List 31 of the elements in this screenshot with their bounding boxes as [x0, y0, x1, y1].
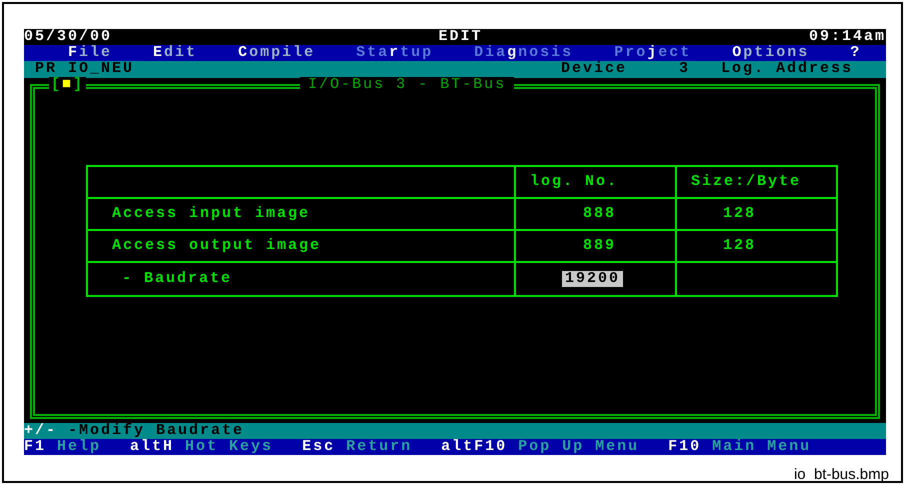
- hint-text: -Modify Baudrate: [68, 423, 244, 439]
- menu-item[interactable]: Compile: [238, 45, 316, 61]
- column-header: log. No.: [516, 167, 677, 197]
- function-key[interactable]: Esc Return: [302, 439, 412, 455]
- value-field[interactable]: 19200: [562, 271, 624, 287]
- menu-item[interactable]: ?: [850, 45, 862, 61]
- row-label: Access input image: [88, 199, 516, 229]
- menu-item[interactable]: Options: [732, 45, 810, 61]
- row-label: Access output image: [88, 231, 516, 261]
- project-name: PR IO_NEU: [35, 61, 134, 77]
- device-number: 3: [678, 61, 690, 78]
- table-cell: 128: [723, 238, 756, 254]
- function-key[interactable]: F10 Main Menu: [668, 439, 812, 455]
- table-cell: 888: [583, 206, 616, 222]
- function-key[interactable]: F1 Help: [24, 439, 102, 455]
- menu-item[interactable]: File: [68, 45, 112, 61]
- function-key[interactable]: altH Hot Keys: [130, 439, 274, 455]
- row-label: - Baudrate: [88, 263, 516, 295]
- window-control[interactable]: [■]: [49, 77, 86, 93]
- caption: io_bt-bus.bmp: [794, 465, 889, 485]
- menu-item[interactable]: Edit: [153, 45, 198, 61]
- clock-time: 09:14am: [808, 29, 886, 45]
- address-label: Log. Address: [720, 61, 853, 78]
- table-cell: 889: [583, 238, 616, 254]
- function-key[interactable]: altF10 Pop Up Menu: [441, 439, 640, 455]
- column-header: Size:/Byte: [690, 172, 802, 192]
- date: 05/30/00: [24, 29, 112, 45]
- mode-title: EDIT: [438, 29, 482, 45]
- table-cell: 128: [723, 206, 756, 222]
- key-hint: +/-: [24, 423, 58, 439]
- device-label: Device: [560, 61, 627, 78]
